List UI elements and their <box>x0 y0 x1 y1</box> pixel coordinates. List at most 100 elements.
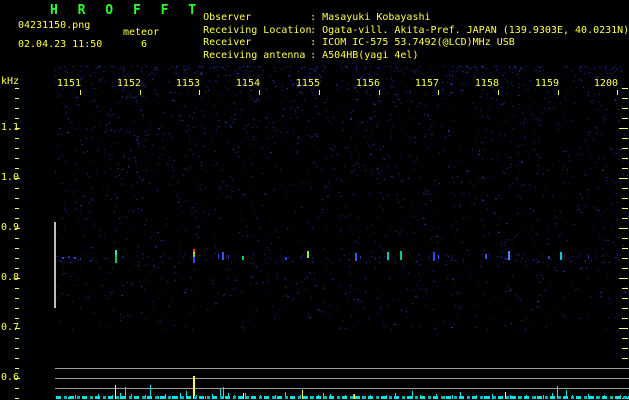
meteor-echo <box>62 257 64 259</box>
freq-minor-tick-left <box>15 288 19 289</box>
time-tick-label: 1158 <box>474 78 499 89</box>
freq-minor-tick-right <box>622 158 628 159</box>
freq-minor-tick-left <box>15 348 19 349</box>
level-gridline <box>55 378 629 379</box>
time-tick <box>498 90 499 95</box>
freq-minor-tick-right <box>622 118 628 119</box>
freq-minor-tick-right <box>622 268 628 269</box>
freq-minor-tick-left <box>15 298 19 299</box>
freq-minor-tick-left <box>15 168 19 169</box>
meteor-echo <box>115 255 117 263</box>
meteor-echo <box>355 253 357 261</box>
freq-major-tick-left <box>15 228 20 229</box>
time-tick-label: 1156 <box>355 78 380 89</box>
freq-minor-tick-right <box>622 218 628 219</box>
level-gridline <box>55 368 629 369</box>
freq-minor-tick-left <box>15 218 19 219</box>
freq-minor-tick-right <box>622 208 628 209</box>
freq-major-tick-right <box>619 278 628 279</box>
freq-minor-tick-left <box>15 258 19 259</box>
meteor-echo <box>228 255 229 259</box>
freq-major-tick-left <box>15 128 20 129</box>
freq-minor-tick-left <box>15 398 19 399</box>
freq-minor-tick-right <box>622 308 628 309</box>
freq-minor-tick-left <box>15 388 19 389</box>
meteor-echo <box>360 256 361 259</box>
freq-major-tick-right <box>619 128 628 129</box>
freq-minor-tick-right <box>622 248 628 249</box>
output-filename: 04231150.png <box>18 20 91 31</box>
freq-major-tick-left <box>15 328 20 329</box>
time-tick-label: 1151 <box>56 78 81 89</box>
meteor-echo <box>68 256 70 258</box>
meteor-echo <box>285 257 287 260</box>
freq-minor-tick-left <box>15 118 19 119</box>
freq-minor-tick-left <box>15 88 19 89</box>
freq-minor-tick-left <box>15 208 19 209</box>
meteor-echo <box>193 257 195 263</box>
freq-axis-unit-label: kHz <box>1 76 20 87</box>
time-tick <box>80 90 81 95</box>
freq-minor-tick-left <box>15 198 19 199</box>
freq-minor-tick-left <box>15 358 19 359</box>
meteor-echo <box>548 256 550 259</box>
meteor-echo <box>508 251 510 260</box>
freq-minor-tick-left <box>15 138 19 139</box>
freq-major-tick-left <box>15 278 20 279</box>
freq-minor-tick-right <box>622 188 628 189</box>
meteor-echo <box>438 255 439 259</box>
time-tick-label: 1159 <box>534 78 559 89</box>
freq-minor-tick-right <box>622 318 628 319</box>
freq-minor-tick-left <box>15 98 19 99</box>
time-tick-label: 1152 <box>116 78 141 89</box>
info-sep: : <box>310 50 323 61</box>
freq-minor-tick-right <box>622 148 628 149</box>
time-tick-label: 1154 <box>235 78 260 89</box>
freq-minor-tick-left <box>15 318 19 319</box>
freq-minor-tick-left <box>15 188 19 189</box>
freq-minor-tick-right <box>622 348 628 349</box>
freq-minor-tick-left <box>15 108 19 109</box>
time-tick <box>558 90 559 95</box>
meteor-echo <box>588 255 589 259</box>
meteor-echo <box>387 252 389 260</box>
info-label: Receiving antenna <box>203 50 306 61</box>
freq-minor-tick-left <box>15 248 19 249</box>
time-tick-label: 1200 <box>593 78 618 89</box>
meteor-echo <box>400 251 402 260</box>
time-tick-label: 1153 <box>175 78 200 89</box>
freq-minor-tick-right <box>622 298 628 299</box>
freq-minor-tick-right <box>622 358 628 359</box>
freq-minor-tick-left <box>15 268 19 269</box>
freq-minor-tick-right <box>622 198 628 199</box>
meteor-echo <box>80 258 81 260</box>
freq-minor-tick-left <box>15 148 19 149</box>
time-tick-label: 1155 <box>295 78 320 89</box>
freq-minor-tick-right <box>622 98 628 99</box>
meteor-echo <box>307 251 309 258</box>
freq-minor-tick-right <box>622 88 628 89</box>
time-tick <box>259 90 260 95</box>
freq-minor-tick-left <box>15 158 19 159</box>
spectrogram-noise-field <box>55 66 629 336</box>
freq-major-tick-left <box>15 378 20 379</box>
signal-baseline <box>56 396 629 399</box>
freq-minor-tick-left <box>15 368 19 369</box>
freq-minor-tick-right <box>622 138 628 139</box>
freq-minor-tick-right <box>622 338 628 339</box>
meteor-echo <box>433 252 435 261</box>
freq-minor-tick-left <box>15 238 19 239</box>
level-gridline <box>55 388 629 389</box>
meteor-count: 6 <box>141 39 148 50</box>
echo-band-marker-line <box>54 222 56 308</box>
freq-minor-tick-right <box>622 238 628 239</box>
freq-minor-tick-right <box>622 168 628 169</box>
meteor-echo <box>222 252 224 260</box>
time-tick-label: 1157 <box>414 78 439 89</box>
meteor-echo <box>74 257 76 259</box>
freq-minor-tick-left <box>15 338 19 339</box>
mode-label: meteor <box>123 27 160 38</box>
meteor-echo <box>560 252 562 260</box>
time-tick <box>379 90 380 95</box>
time-tick <box>199 90 200 95</box>
